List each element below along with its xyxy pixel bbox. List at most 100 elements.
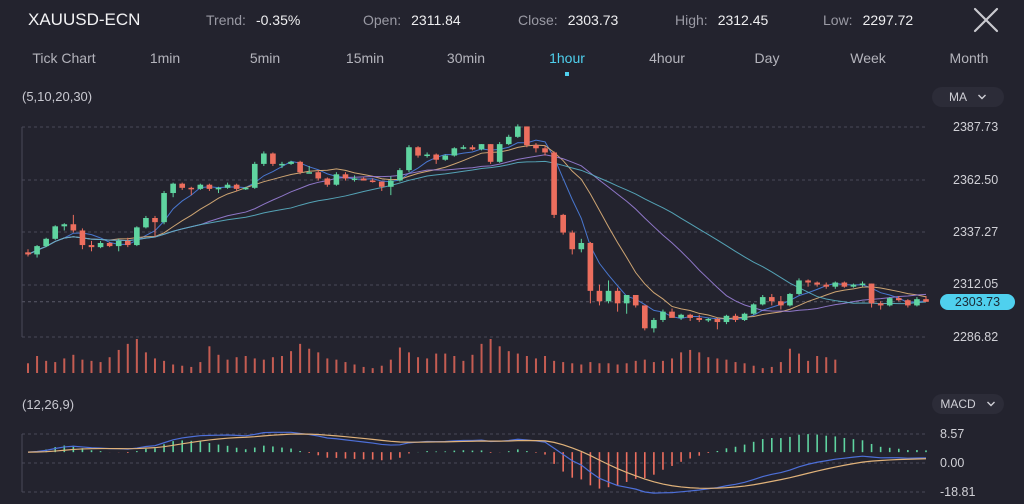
candle-body [768, 297, 775, 302]
candle-body [914, 299, 920, 306]
candle-body [868, 283, 875, 304]
candle-body [43, 238, 49, 247]
y-tick-label: 2337.27 [953, 225, 999, 239]
volume-bar [507, 351, 510, 373]
volume-bar [407, 352, 410, 373]
volume-bar [444, 353, 447, 373]
volume-bar [81, 359, 84, 373]
candle-body [378, 181, 385, 187]
volume-bar [498, 346, 501, 373]
volume-bar [680, 352, 683, 373]
candle-body [215, 187, 222, 190]
volume-bar [353, 364, 356, 373]
volume-bar [734, 362, 737, 373]
candle-body [814, 282, 820, 285]
volume-bar [489, 339, 492, 373]
candle-body [496, 144, 503, 162]
candle-body [324, 178, 331, 185]
volume-bar [208, 346, 211, 373]
y-tick-label: 2362.50 [953, 173, 999, 187]
candle-body [52, 226, 59, 239]
candle-body [850, 284, 857, 287]
candle-body [97, 242, 104, 248]
volume-bar [598, 363, 601, 373]
candle-body [859, 283, 866, 286]
candle-body [197, 184, 204, 189]
volume-bar [761, 368, 764, 373]
volume-bar [453, 356, 456, 373]
candle-body [487, 144, 494, 162]
candle-body [451, 148, 458, 156]
candle-body [587, 242, 594, 291]
candle-body [115, 240, 122, 247]
volume-bar [743, 363, 746, 373]
volume-bar [135, 339, 138, 373]
price-chart[interactable] [0, 0, 1024, 504]
candle-body [669, 311, 675, 318]
macd-tick-label: -18.81 [940, 485, 976, 499]
candle-body [750, 304, 757, 314]
volume-bar [299, 343, 302, 373]
volume-bar [752, 365, 755, 373]
volume-bar [480, 343, 483, 373]
volume-bar [534, 358, 537, 373]
candle-body [732, 315, 739, 320]
candle-body [533, 145, 539, 149]
volume-bar [788, 348, 791, 373]
candle-body [388, 180, 394, 187]
candle-body [152, 218, 158, 223]
macd-tick-label: 0.00 [940, 456, 965, 470]
volume-bar [471, 354, 474, 373]
candle-body [895, 298, 902, 301]
candle-body [242, 187, 249, 190]
volume-bar [652, 362, 655, 373]
candle-body [179, 183, 186, 188]
volume-bar [516, 353, 519, 373]
volume-bar [462, 360, 465, 373]
volume-bar [698, 352, 701, 373]
candle-body [333, 174, 340, 185]
candle-body [106, 242, 113, 247]
candle-body [660, 311, 666, 320]
candle-body [632, 295, 639, 306]
candle-body [505, 136, 512, 145]
volume-bar [834, 359, 837, 373]
volume-bar [144, 352, 147, 373]
volume-bar [589, 362, 592, 373]
candle-body [170, 183, 176, 194]
volume-bar [816, 356, 819, 373]
candle-body [270, 153, 276, 164]
candle-body [515, 126, 521, 137]
candle-body [397, 170, 403, 181]
volume-bar [244, 356, 247, 373]
volume-bar [27, 363, 29, 373]
volume-bar [280, 356, 283, 373]
candle-body [478, 144, 485, 150]
volume-bar [271, 357, 274, 373]
volume-bar [344, 362, 347, 373]
volume-bar [580, 364, 583, 373]
candle-body [841, 282, 848, 287]
volume-bar [54, 362, 57, 373]
candle-body [79, 230, 86, 246]
volume-bar [45, 360, 48, 373]
candle-body [224, 184, 231, 188]
current-price-badge: 2303.73 [940, 294, 1015, 310]
candle-body [34, 246, 40, 255]
candle-body [288, 161, 294, 164]
candle-body [433, 154, 439, 160]
volume-bar [172, 364, 175, 373]
candle-body [832, 282, 839, 287]
candle-body [886, 298, 893, 306]
volume-bar [553, 360, 556, 373]
volume-bar [770, 366, 773, 373]
volume-bar [525, 356, 528, 373]
candle-body [306, 172, 313, 174]
y-tick-label: 2286.82 [953, 330, 999, 344]
candle-body [297, 161, 303, 173]
volume-bar [190, 366, 193, 373]
candle-body [251, 163, 258, 188]
candle-body [823, 284, 830, 287]
volume-bar [426, 358, 429, 373]
volume-bar [643, 359, 646, 373]
